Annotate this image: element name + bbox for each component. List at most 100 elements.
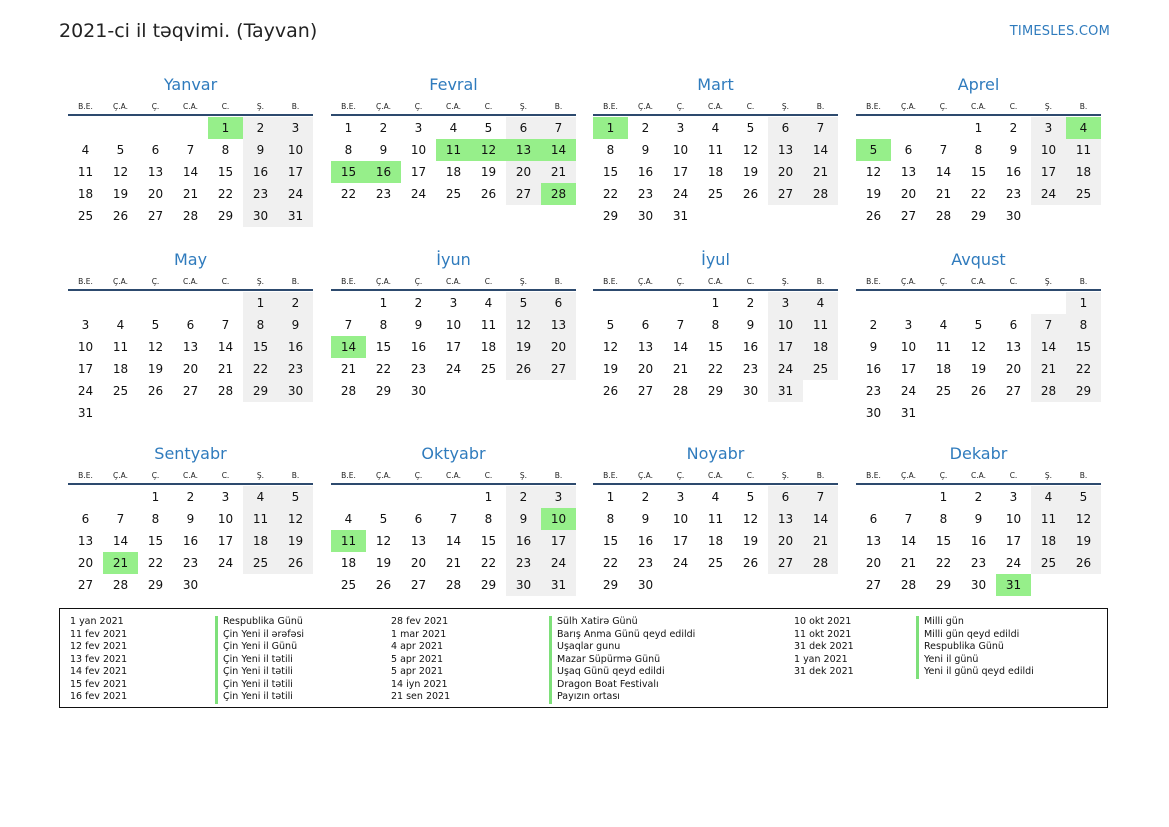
day-cell: 24: [445, 362, 462, 376]
day-cell: 3: [676, 490, 685, 504]
day-cell: 21: [340, 362, 357, 376]
legend-holiday-name: Dragon Boat Festivalı: [549, 678, 695, 691]
day-cell: 17: [541, 530, 576, 552]
day-cell: 18: [707, 165, 724, 179]
weekday-label: Ş.: [781, 470, 790, 480]
day-cell: 3: [449, 296, 458, 310]
weekday-label: C.: [484, 276, 493, 286]
day-cell: 6: [768, 117, 803, 139]
day-cell: 13: [768, 139, 803, 161]
day-cell: 13: [77, 534, 94, 548]
day-cell: 29: [935, 578, 952, 592]
day-cell: 9: [1009, 143, 1018, 157]
day-cell: 22: [217, 187, 234, 201]
day-cell: 30: [182, 578, 199, 592]
day-cell: 12: [112, 165, 129, 179]
day-cell: 19: [112, 187, 129, 201]
day-cell: 14: [217, 340, 234, 354]
legend-date: 11 fev 2021: [70, 628, 128, 640]
day-cell: 18: [1031, 530, 1066, 552]
day-cell: 5: [746, 490, 755, 504]
day-cell: 23: [506, 552, 541, 574]
day-cell: 20: [77, 556, 94, 570]
day-cell: 10: [672, 512, 689, 526]
day-cell: 16: [970, 534, 987, 548]
day-cell: 18: [77, 187, 94, 201]
day-cell: 24: [672, 187, 689, 201]
weekday-label: B.E.: [78, 101, 93, 111]
day-cell: 22: [602, 556, 619, 570]
day-cell: 6: [541, 292, 576, 314]
legend-date: 1 mar 2021: [391, 628, 447, 640]
day-cell: 9: [641, 512, 650, 526]
month-block: Oktyabr B.E. Ç.A. Ç. C.A. C. Ş. B. 1 2 3 4 5 6 7 8 9 10 11…: [331, 444, 576, 596]
legend-holiday-name: Çin Yeni il tətili: [215, 653, 304, 666]
weekday-label: Ş.: [256, 276, 265, 286]
day-cell: 1: [379, 296, 388, 310]
weekday-label: B.: [1079, 470, 1088, 480]
day-cell: 23: [1005, 187, 1022, 201]
day-cell: 27: [768, 183, 803, 205]
day-cell: 21: [541, 161, 576, 183]
legend-date: 10 okt 2021: [794, 616, 852, 627]
day-cell: 11: [707, 143, 724, 157]
day-cell: 25: [77, 209, 94, 223]
day-cell: 2: [1009, 121, 1018, 135]
legend-date: 14 fev 2021: [70, 666, 128, 677]
day-cell: 18: [112, 362, 129, 376]
day-cell: 24: [77, 384, 94, 398]
day-cell: 16: [278, 336, 313, 358]
day-cell: 28: [803, 183, 838, 205]
day-cell: 18: [480, 340, 497, 354]
day-cell: 17: [217, 534, 234, 548]
day-cell: 30: [970, 578, 987, 592]
day-cell: 21: [217, 362, 234, 376]
empty-cell: [926, 117, 961, 139]
weekday-label: Ş.: [1044, 470, 1053, 480]
weekday-header: B.E. Ç.A. Ç. C.A. C. Ş. B.: [331, 98, 576, 116]
empty-cell: [401, 486, 436, 508]
day-cell: 18: [707, 534, 724, 548]
legend-holiday-name: Payızın ortası: [549, 691, 695, 704]
weekday-label: Ç.: [939, 101, 948, 111]
day-cell: 15: [602, 534, 619, 548]
day-cell: 22: [935, 556, 952, 570]
weekday-label: C.: [221, 276, 230, 286]
legend-date: 28 fev 2021: [391, 616, 449, 627]
day-cell: 9: [869, 340, 878, 354]
day-cell: 29: [480, 578, 497, 592]
day-cell: 30: [506, 574, 541, 596]
day-cell: 8: [939, 512, 948, 526]
month-name: Aprel: [957, 75, 1000, 94]
legend-holiday-name: Yeni il günü: [916, 653, 1034, 666]
weekday-label: C.A.: [182, 276, 198, 286]
day-cell: 20: [182, 362, 199, 376]
empty-cell: [856, 486, 891, 508]
day-cell: 20: [147, 187, 164, 201]
day-cell: 14: [672, 340, 689, 354]
day-cell: 14: [1031, 336, 1066, 358]
brand-link[interactable]: TIMESLES.COM: [1010, 24, 1110, 39]
weekday-header: B.E. Ç.A. Ç. C.A. C. Ş. B.: [593, 98, 838, 116]
day-cell: 2: [974, 490, 983, 504]
legend-date: 31 dek 2021: [794, 666, 854, 677]
weekday-label: B.: [291, 101, 300, 111]
month-block: İyun B.E. Ç.A. Ç. C.A. C. Ş. B. 1 2 3 4 5 6 7 8 9 10 11 12 1…: [331, 250, 576, 402]
month-name: Avqust: [951, 250, 1006, 269]
day-cell: 30: [1005, 209, 1022, 223]
day-cell: 24: [1005, 556, 1022, 570]
day-cell: 15: [1066, 336, 1101, 358]
day-grid: 1 2 3 4 5 6 7 8 9 10 11 12 13 14 15 16 17 18 19 20 21 22 23 24 2…: [856, 486, 1101, 596]
day-cell: 27: [768, 552, 803, 574]
weekday-label: B.E.: [866, 101, 881, 111]
day-cell: 3: [278, 117, 313, 139]
empty-cell: [68, 292, 103, 314]
day-cell: 1: [606, 490, 615, 504]
day-cell: 3: [81, 318, 90, 332]
month-block: Noyabr B.E. Ç.A. Ç. C.A. C. Ş. B. 1 2 3 4 5 6 7 8 9 10 11 1…: [593, 444, 838, 596]
day-cell: 12: [970, 340, 987, 354]
weekday-label: Ç.: [414, 470, 423, 480]
day-cell: 17: [77, 362, 94, 376]
legend-holiday-name: Çin Yeni il tətili: [215, 678, 304, 691]
holiday-legend: 1 yan 2021 11 fev 2021 12 fev 2021 13 fev 2…: [59, 608, 1108, 708]
